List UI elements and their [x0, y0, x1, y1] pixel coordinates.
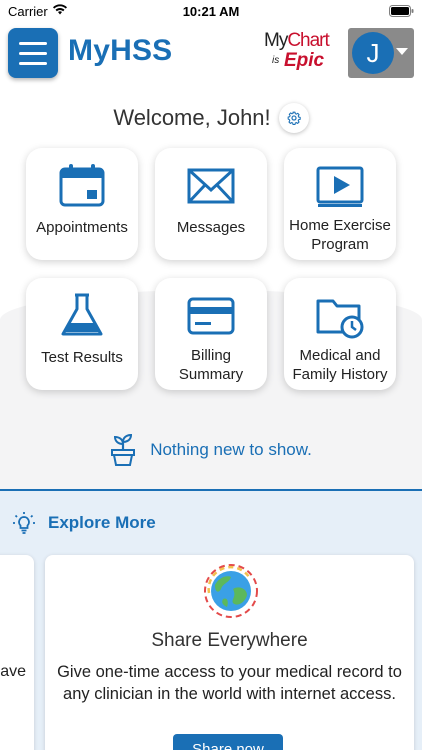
empty-state: Nothing new to show.: [0, 432, 422, 468]
video-play-icon: [316, 166, 364, 207]
menu-button[interactable]: [8, 28, 58, 78]
gear-icon: [287, 111, 301, 125]
card-description: Give one-time access to your medical rec…: [57, 663, 402, 703]
chevron-down-icon: [396, 48, 408, 55]
explore-header: Explore More: [12, 511, 156, 535]
app-header: MyHSS MyChart is Epic J: [0, 24, 422, 86]
credit-card-icon: [187, 297, 235, 335]
explore-more-section: Explore More ave Share Everywhere Give o…: [0, 491, 422, 750]
envelope-icon: [187, 168, 235, 204]
calendar-icon: [59, 164, 105, 207]
tile-label: Home Exercise Program: [289, 217, 391, 253]
empty-state-text: Nothing new to show.: [150, 440, 312, 459]
tile-label: Billing Summary: [178, 347, 244, 383]
tile-home-exercise-program[interactable]: Home Exercise Program: [284, 148, 396, 260]
account-switcher-button[interactable]: J: [348, 28, 414, 78]
tile-label: Test Results: [41, 349, 123, 366]
plant-icon: [111, 433, 136, 466]
folder-clock-icon: [316, 299, 364, 339]
welcome-row: Welcome, John!: [0, 103, 422, 133]
card-title: Share Everywhere: [151, 630, 308, 651]
share-everywhere-card: Share Everywhere Give one-time access to…: [45, 555, 414, 750]
mychart-epic-logo: MyChart is Epic: [264, 30, 330, 71]
hamburger-icon: [19, 41, 47, 45]
welcome-text: Welcome, John!: [113, 105, 271, 130]
tile-label: Appointments: [36, 219, 128, 236]
avatar: J: [352, 32, 394, 74]
share-now-button[interactable]: Share now: [173, 734, 283, 750]
tile-billing-summary[interactable]: Billing Summary: [155, 278, 267, 390]
app-title: MyHSS: [68, 34, 173, 67]
previous-card-text: ave: [0, 663, 26, 680]
flask-icon: [61, 293, 103, 336]
lightbulb-icon: [13, 512, 35, 534]
personalize-button[interactable]: [278, 103, 309, 133]
tile-messages[interactable]: Messages: [155, 148, 267, 260]
status-time: 10:21 AM: [182, 4, 240, 19]
tile-test-results[interactable]: Test Results: [26, 278, 138, 390]
tile-label: Messages: [176, 219, 246, 236]
tile-medical-family-history[interactable]: Medical and Family History: [284, 278, 396, 390]
battery-icon: [389, 5, 414, 17]
tile-appointments[interactable]: Appointments: [26, 148, 138, 260]
tile-label: Medical and Family History: [292, 347, 388, 383]
previous-card[interactable]: ave: [0, 555, 34, 750]
explore-title: Explore More: [48, 513, 156, 532]
status-bar: Carrier 10:21 AM: [0, 0, 422, 24]
globe-icon: [204, 564, 258, 618]
